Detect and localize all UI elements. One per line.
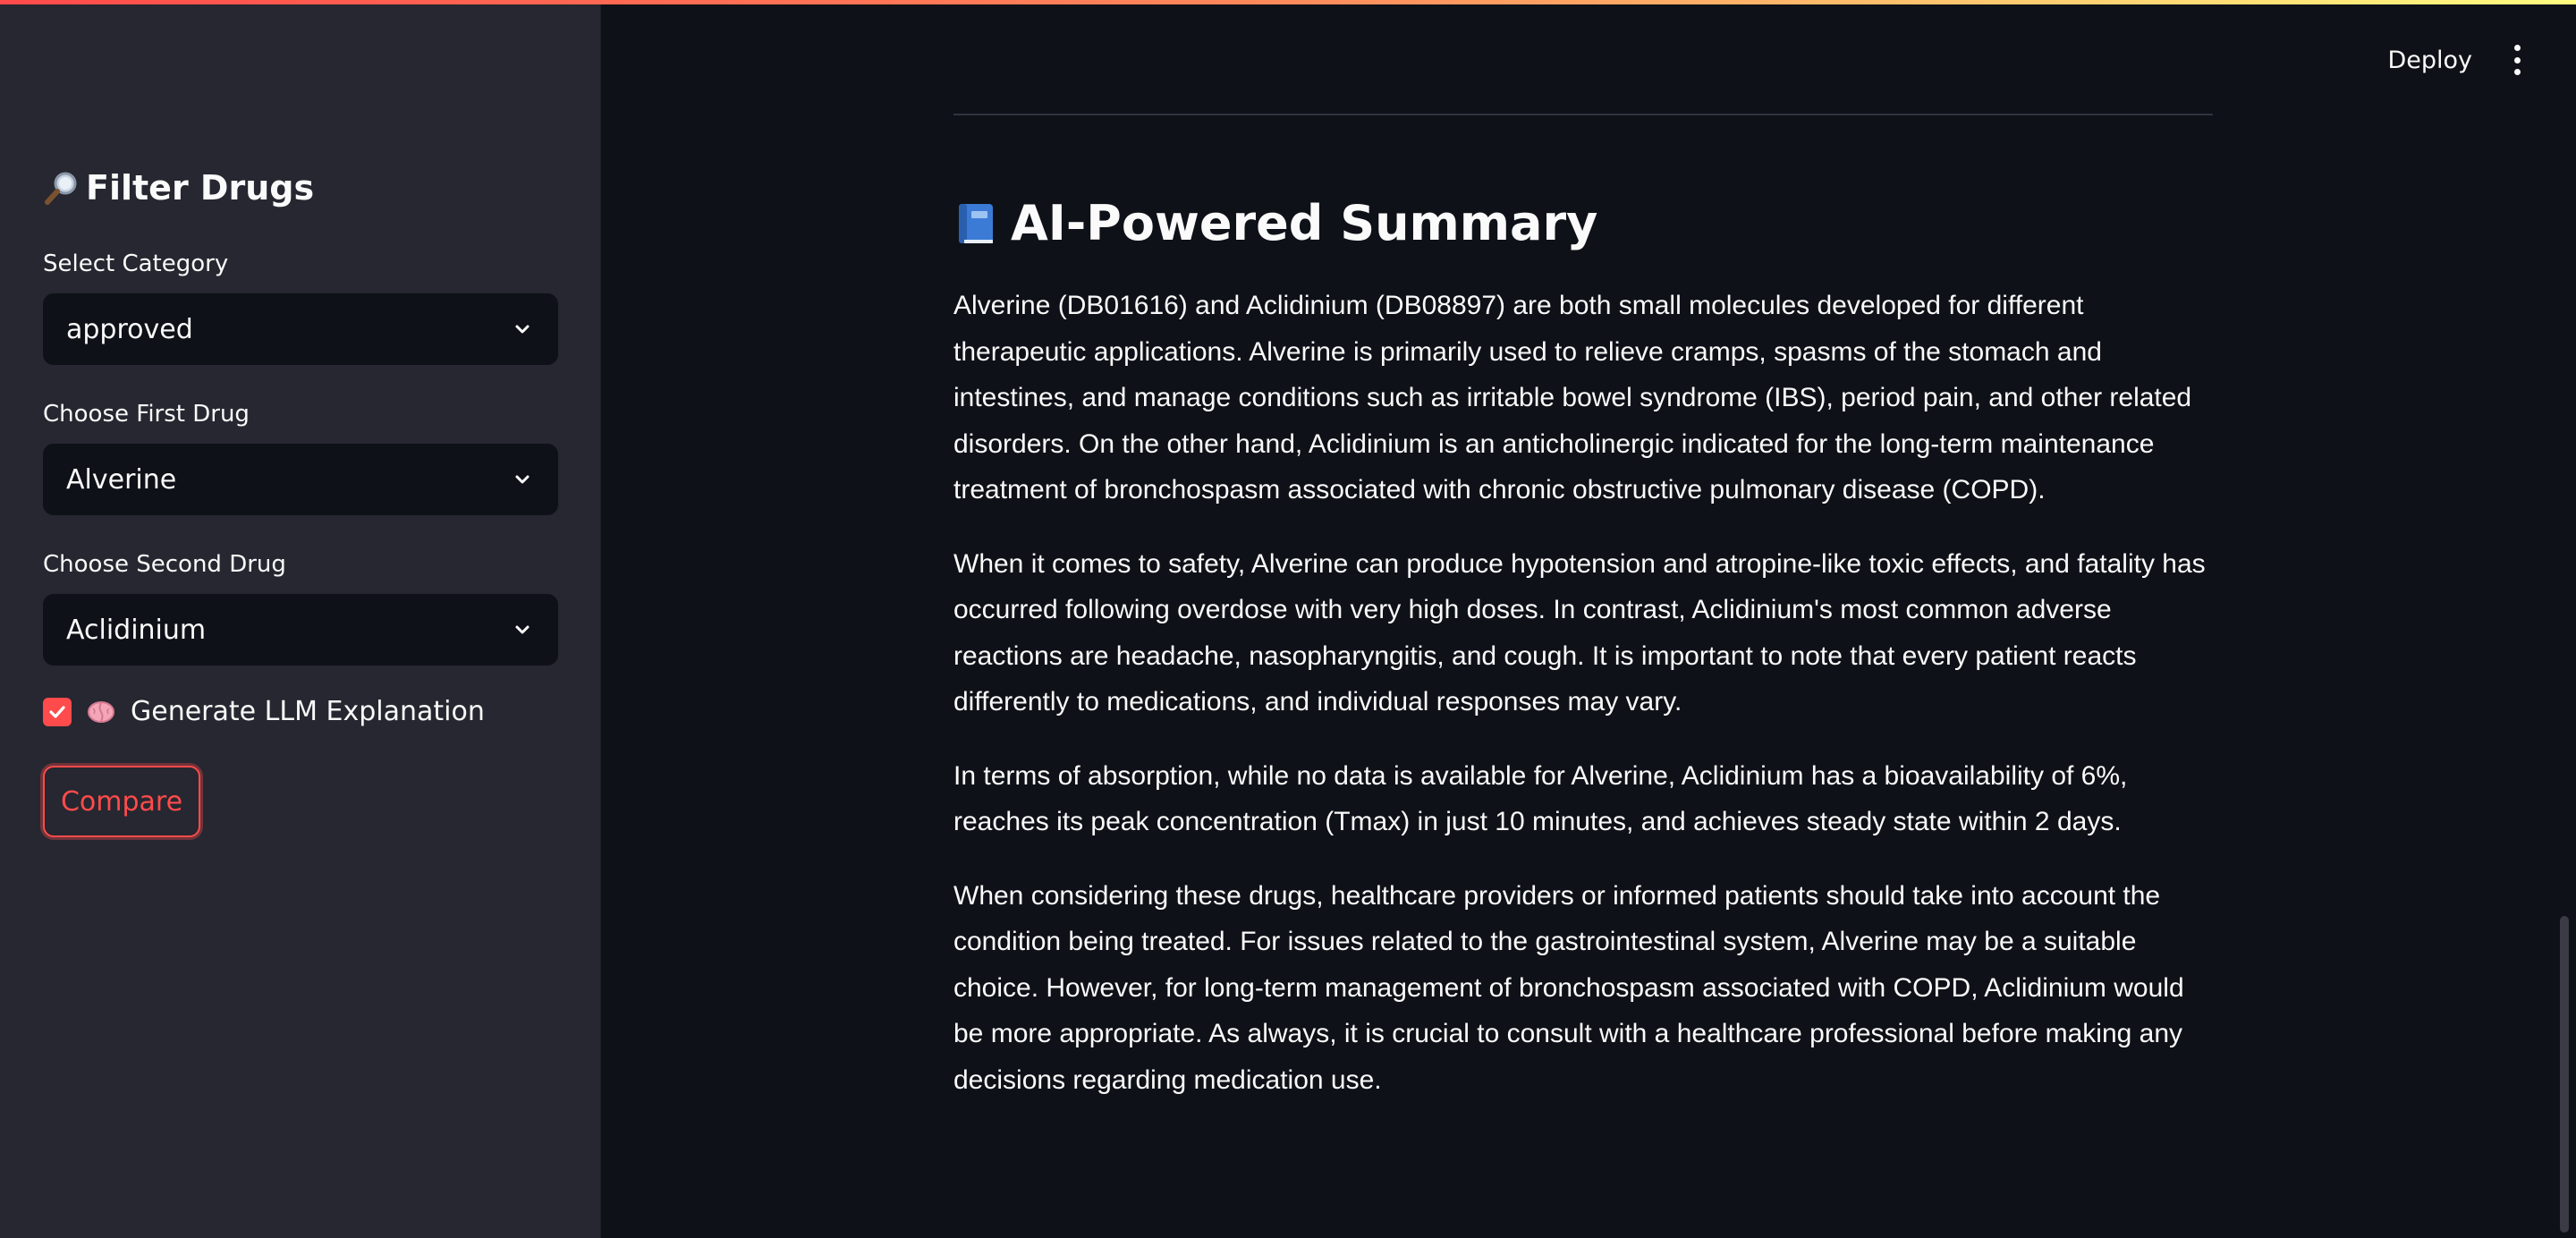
sidebar: Filter Drugs Select Category approved Ch…: [0, 0, 601, 1238]
magnifier-icon: [43, 169, 80, 207]
book-icon: [953, 200, 998, 247]
category-select[interactable]: approved: [43, 293, 558, 365]
chevron-down-icon: [510, 467, 535, 492]
summary-paragraph: In terms of absorption, while no data is…: [953, 760, 2128, 837]
brain-icon: [86, 697, 116, 727]
summary-paragraph: When it comes to safety, Alverine can pr…: [953, 548, 2206, 717]
llm-explanation-label: Generate LLM Explanation: [131, 696, 485, 727]
checkmark-icon: [49, 705, 65, 718]
llm-explanation-checkbox[interactable]: [43, 697, 72, 726]
sidebar-title: Filter Drugs: [43, 168, 314, 208]
deploy-button[interactable]: Deploy: [2387, 47, 2472, 74]
section-divider: [953, 114, 2213, 115]
scrollbar-thumb[interactable]: [2560, 916, 2569, 1233]
first-drug-select-value: Alverine: [66, 463, 177, 496]
chevron-down-icon: [510, 617, 535, 642]
second-drug-select-value: Aclidinium: [66, 614, 207, 646]
summary-heading: AI-Powered Summary: [953, 195, 1597, 251]
llm-explanation-option[interactable]: Generate LLM Explanation: [43, 696, 485, 727]
first-drug-select[interactable]: Alverine: [43, 444, 558, 515]
sidebar-title-text: Filter Drugs: [86, 168, 315, 208]
second-drug-select[interactable]: Aclidinium: [43, 594, 558, 666]
category-label: Select Category: [43, 250, 229, 277]
summary-paragraph: Alverine (DB01616) and Aclidinium (DB088…: [953, 291, 2192, 505]
summary-paragraph: When considering these drugs, healthcare…: [953, 880, 2184, 1095]
summary-body: Alverine (DB01616) and Aclidinium (DB088…: [953, 283, 2215, 1131]
compare-button[interactable]: Compare: [43, 766, 200, 837]
top-decoration-bar: [0, 0, 2576, 4]
header-actions: Deploy: [2387, 45, 2521, 75]
chevron-down-icon: [510, 317, 535, 342]
summary-heading-text: AI-Powered Summary: [1011, 195, 1598, 251]
more-options-icon[interactable]: [2513, 45, 2521, 75]
category-select-value: approved: [66, 313, 193, 345]
second-drug-label: Choose Second Drug: [43, 551, 286, 578]
first-drug-label: Choose First Drug: [43, 401, 250, 428]
